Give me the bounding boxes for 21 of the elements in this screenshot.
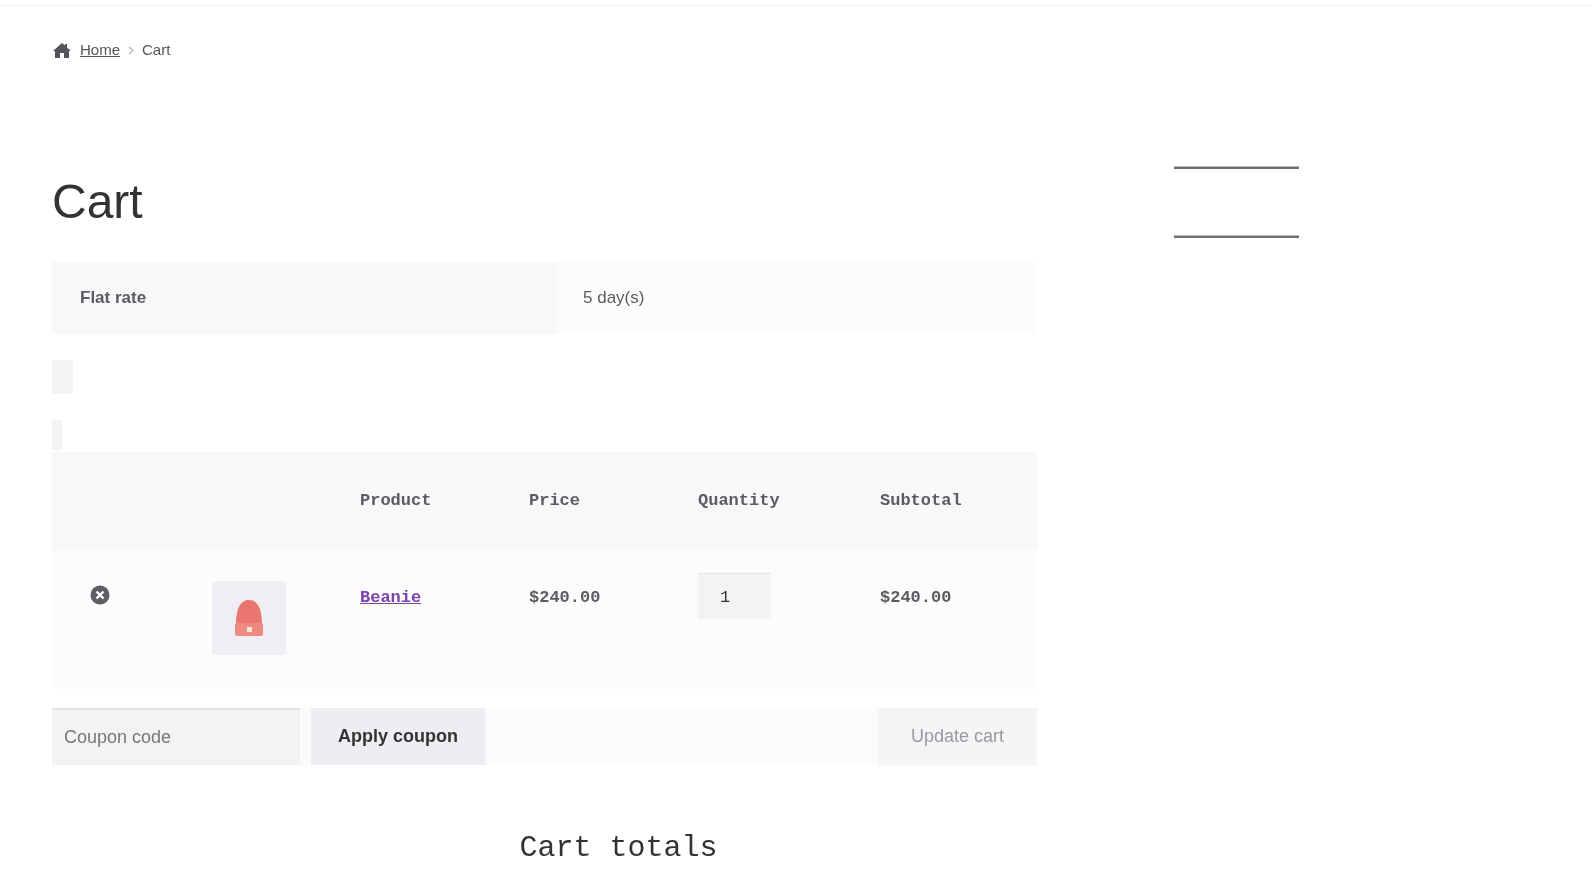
chevron-icon	[128, 45, 134, 55]
price-text: $240.00	[529, 588, 601, 607]
coupon-code-field[interactable]: Coupon code	[52, 708, 300, 765]
product-thumbnail[interactable]	[212, 581, 286, 655]
breadcrumb-current: Cart	[142, 39, 171, 60]
home-icon[interactable]	[52, 41, 72, 59]
shipping-time: 5 day(s)	[583, 287, 645, 310]
beanie-icon	[233, 599, 265, 637]
product-link[interactable]: Beanie	[360, 588, 422, 607]
shipping-method-label: Flat rate	[80, 287, 147, 310]
page-title: Cart	[52, 174, 144, 230]
column-header: Product	[360, 490, 432, 510]
remove-item-icon[interactable]	[90, 585, 110, 605]
column-header: Subtotal	[880, 490, 962, 510]
column-header: Quantity	[698, 490, 780, 510]
subtotal-text: $240.00	[880, 588, 952, 607]
column-header: Price	[529, 490, 580, 510]
cart-totals-heading: Cart totals	[519, 830, 718, 866]
quantity-field[interactable]: 1	[698, 573, 771, 619]
breadcrumb-link[interactable]: Home	[80, 38, 120, 62]
apply-coupon-button[interactable]: Apply coupon	[311, 708, 485, 765]
